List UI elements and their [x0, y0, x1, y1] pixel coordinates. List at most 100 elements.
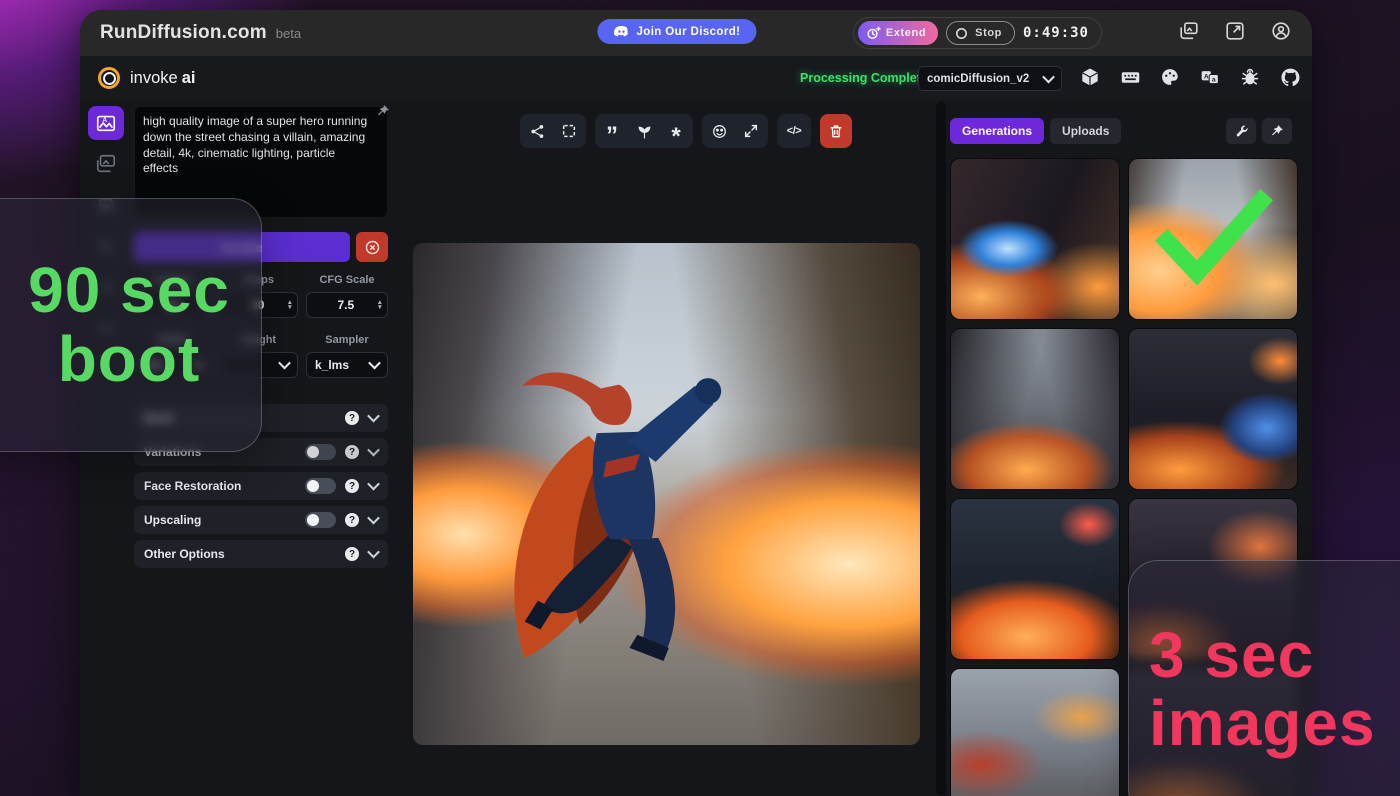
logo-word-bold: ai [182, 69, 196, 87]
clock-plus-icon [866, 26, 881, 41]
section-label: Other Options [144, 547, 225, 561]
use-seed-icon[interactable] [629, 116, 659, 146]
svg-text:A: A [102, 117, 107, 124]
brand-title: RunDiffusion.com [100, 22, 267, 44]
sampler-label: Sampler [306, 334, 388, 346]
session-controls: Extend Stop 0:49:30 [853, 17, 1102, 49]
gallery-thumb[interactable] [950, 158, 1120, 320]
tab-generations[interactable]: Generations [950, 118, 1044, 144]
stop-circle-icon [954, 26, 969, 41]
panel-resize-handle[interactable] [936, 102, 946, 796]
boot-time-callout: 90 sec boot [0, 198, 262, 452]
superhero-figure [454, 303, 768, 705]
gallery-thumb[interactable] [950, 668, 1120, 796]
cfg-scale-stepper[interactable]: 7.5 ▲▼ [306, 292, 388, 318]
fullscreen-icon[interactable] [554, 116, 584, 146]
boot-time-line1: 90 sec [28, 256, 230, 325]
join-discord-button[interactable]: Join Our Discord! [597, 19, 756, 44]
share-image-icon[interactable] [522, 116, 552, 146]
model-select-value: comicDiffusion_v2 [927, 73, 1029, 85]
window-actions [1178, 20, 1294, 44]
stop-button[interactable]: Stop [946, 21, 1015, 45]
trash-icon [828, 123, 844, 139]
stop-label: Stop [975, 27, 1002, 39]
image-metadata-icon[interactable] [779, 116, 809, 146]
use-prompt-icon[interactable] [597, 116, 627, 146]
chevron-down-icon [368, 481, 378, 491]
cfg-scale-label: CFG Scale [306, 274, 388, 286]
tab-image-to-image[interactable] [88, 147, 124, 181]
discord-icon [613, 25, 629, 38]
extend-button[interactable]: Extend [858, 21, 938, 45]
svg-text:a: a [1212, 77, 1216, 84]
chevron-down-icon [368, 549, 378, 559]
report-bug-icon[interactable] [1240, 67, 1261, 88]
extend-label: Extend [886, 27, 926, 39]
section-label: Upscaling [144, 513, 201, 527]
sampler-value: k_lms [315, 358, 349, 372]
logo-word: invoke [130, 69, 178, 87]
tab-uploads[interactable]: Uploads [1050, 118, 1121, 144]
help-icon[interactable] [345, 513, 359, 527]
external-link-icon[interactable] [1224, 20, 1248, 44]
current-generated-image[interactable] [413, 243, 920, 745]
stepper-arrows-icon[interactable]: ▲▼ [377, 300, 383, 310]
desktop: { "colors": { "accent": "#6d28d9", "invo… [0, 0, 1400, 796]
account-icon[interactable] [1270, 20, 1294, 44]
delete-image-button[interactable] [820, 114, 852, 148]
upscale-image-icon[interactable] [736, 116, 766, 146]
restore-faces-icon[interactable] [704, 116, 734, 146]
help-icon[interactable] [345, 547, 359, 561]
help-icon[interactable] [345, 479, 359, 493]
face-restoration-toggle[interactable] [305, 478, 336, 494]
language-translate-icon[interactable]: Aa [1200, 67, 1221, 88]
boot-time-line2: boot [58, 325, 201, 394]
gallery-actions [1226, 118, 1292, 144]
section-face-restoration[interactable]: Face Restoration [134, 472, 388, 500]
help-icon[interactable] [345, 445, 359, 459]
gallery-thumb[interactable] [950, 328, 1120, 490]
gallery-tabs: Generations Uploads [950, 118, 1121, 144]
chevron-down-icon [369, 360, 379, 370]
chevron-down-icon [1043, 74, 1053, 84]
chevron-down-icon [279, 360, 289, 370]
processing-status: Processing Complete [800, 71, 928, 85]
variations-toggle[interactable] [305, 444, 336, 460]
use-all-parameters-icon[interactable] [661, 116, 691, 146]
tab-text-to-image[interactable]: A [88, 106, 124, 140]
gallery-thumb-selected[interactable] [1128, 158, 1298, 320]
prompt-pin-icon[interactable] [376, 104, 390, 118]
invoke-logo-text: invokeai [130, 69, 195, 88]
sampler-select[interactable]: k_lms [306, 352, 388, 378]
gallery-settings-wrench-icon[interactable] [1226, 118, 1256, 144]
section-upscaling[interactable]: Upscaling [134, 506, 388, 534]
invoke-logo-icon [98, 67, 120, 89]
join-discord-label: Join Our Discord! [636, 26, 740, 38]
theme-palette-icon[interactable] [1160, 67, 1181, 88]
gallery-thumb[interactable] [1128, 328, 1298, 490]
github-icon[interactable] [1280, 67, 1301, 88]
selected-check-icon [1153, 189, 1273, 289]
current-image-toolbar [520, 114, 852, 148]
rundiffusion-topbar: RunDiffusion.com beta Join Our Discord! … [80, 10, 1312, 56]
cfg-scale-value: 7.5 [315, 298, 377, 312]
gallery-thumb[interactable] [950, 498, 1120, 660]
section-other-options[interactable]: Other Options [134, 540, 388, 568]
stepper-arrows-icon[interactable]: ▲▼ [287, 300, 293, 310]
model-select[interactable]: comicDiffusion_v2 [918, 66, 1062, 91]
chevron-down-icon [368, 447, 378, 457]
gallery-copies-icon[interactable] [1178, 20, 1202, 44]
section-label: Face Restoration [144, 479, 241, 493]
cancel-button[interactable] [356, 232, 388, 262]
chevron-down-icon [368, 515, 378, 525]
upscaling-toggle[interactable] [305, 512, 336, 528]
gallery-pin-icon[interactable] [1262, 118, 1292, 144]
model-manager-cube-icon[interactable] [1080, 67, 1101, 88]
beta-badge: beta [276, 26, 301, 41]
appbar-icons: Aa [1080, 67, 1312, 88]
help-icon[interactable] [345, 411, 359, 425]
svg-text:A: A [1204, 73, 1209, 80]
invoke-appbar: invokeai Processing Complete comicDiffus… [80, 56, 1312, 100]
hotkeys-keyboard-icon[interactable] [1120, 67, 1141, 88]
image-speed-callout: 3 sec images [1128, 560, 1400, 796]
